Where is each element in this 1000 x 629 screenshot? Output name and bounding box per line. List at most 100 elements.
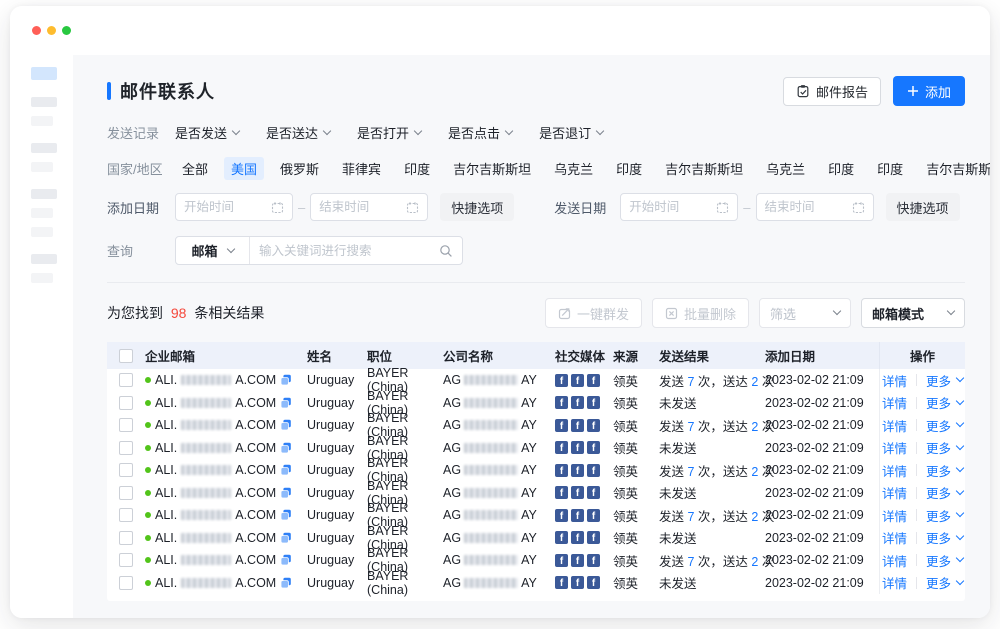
row-checkbox[interactable]: [119, 531, 133, 545]
row-checkbox[interactable]: [119, 576, 133, 590]
more-link[interactable]: 更多: [926, 506, 963, 525]
send-date-end-input[interactable]: [756, 193, 874, 221]
detail-link[interactable]: 详情: [882, 371, 907, 390]
filter-dropdown[interactable]: 是否点击: [448, 123, 512, 142]
facebook-icon[interactable]: f: [587, 464, 600, 477]
more-link[interactable]: 更多: [926, 438, 963, 457]
copy-icon[interactable]: [280, 487, 292, 499]
sidebar-nav-item[interactable]: [31, 208, 53, 218]
country-tag[interactable]: 吉尔吉斯斯坦: [658, 157, 750, 180]
select-all-checkbox[interactable]: [119, 349, 133, 363]
add-date-start-input[interactable]: [175, 193, 293, 221]
facebook-icon[interactable]: f: [571, 486, 584, 499]
copy-icon[interactable]: [280, 397, 292, 409]
sidebar-nav-item[interactable]: [31, 189, 57, 199]
search-icon[interactable]: [439, 244, 453, 258]
facebook-icon[interactable]: f: [555, 486, 568, 499]
facebook-icon[interactable]: f: [555, 464, 568, 477]
facebook-icon[interactable]: f: [555, 374, 568, 387]
country-tag[interactable]: 印度: [609, 157, 649, 180]
filter-select[interactable]: 筛选: [759, 298, 851, 328]
facebook-icon[interactable]: f: [571, 554, 584, 567]
country-tag[interactable]: 俄罗斯: [273, 157, 326, 180]
sidebar-nav-item[interactable]: [31, 254, 57, 264]
traffic-light-zoom-button[interactable]: [62, 26, 71, 35]
traffic-light-close-button[interactable]: [32, 26, 41, 35]
row-checkbox[interactable]: [119, 553, 133, 567]
detail-link[interactable]: 详情: [882, 551, 907, 570]
copy-icon[interactable]: [280, 532, 292, 544]
facebook-icon[interactable]: f: [555, 396, 568, 409]
add-date-quick-options-button[interactable]: 快捷选项: [440, 193, 514, 221]
add-date-start-field[interactable]: [184, 200, 271, 214]
detail-link[interactable]: 详情: [882, 506, 907, 525]
facebook-icon[interactable]: f: [571, 374, 584, 387]
more-link[interactable]: 更多: [926, 371, 963, 390]
facebook-icon[interactable]: f: [587, 419, 600, 432]
copy-icon[interactable]: [280, 374, 292, 386]
facebook-icon[interactable]: f: [571, 419, 584, 432]
facebook-icon[interactable]: f: [555, 554, 568, 567]
more-link[interactable]: 更多: [926, 461, 963, 480]
facebook-icon[interactable]: f: [571, 531, 584, 544]
facebook-icon[interactable]: f: [555, 509, 568, 522]
country-tag[interactable]: 印度: [870, 157, 910, 180]
sidebar-nav-item[interactable]: [31, 97, 57, 107]
facebook-icon[interactable]: f: [587, 441, 600, 454]
sidebar-nav-item[interactable]: [31, 162, 53, 172]
detail-link[interactable]: 详情: [882, 393, 907, 412]
country-tag[interactable]: 印度: [821, 157, 861, 180]
send-date-start-input[interactable]: [620, 193, 738, 221]
copy-icon[interactable]: [280, 577, 292, 589]
sidebar-nav-item[interactable]: [31, 116, 53, 126]
send-date-quick-options-button[interactable]: 快捷选项: [886, 193, 960, 221]
country-tag[interactable]: 吉尔吉斯斯坦: [919, 157, 990, 180]
row-checkbox[interactable]: [119, 396, 133, 410]
add-date-end-input[interactable]: [310, 193, 428, 221]
sidebar-nav-item[interactable]: [31, 143, 57, 153]
facebook-icon[interactable]: f: [571, 576, 584, 589]
filter-dropdown[interactable]: 是否发送: [175, 123, 239, 142]
copy-icon[interactable]: [280, 509, 292, 521]
facebook-icon[interactable]: f: [571, 441, 584, 454]
mailbox-mode-select[interactable]: 邮箱模式: [861, 298, 965, 328]
add-button[interactable]: 添加: [893, 76, 965, 106]
sidebar-nav-item[interactable]: [31, 273, 53, 283]
facebook-icon[interactable]: f: [555, 531, 568, 544]
row-checkbox[interactable]: [119, 373, 133, 387]
row-checkbox[interactable]: [119, 463, 133, 477]
copy-icon[interactable]: [280, 419, 292, 431]
facebook-icon[interactable]: f: [587, 554, 600, 567]
more-link[interactable]: 更多: [926, 551, 963, 570]
copy-icon[interactable]: [280, 554, 292, 566]
more-link[interactable]: 更多: [926, 528, 963, 547]
more-link[interactable]: 更多: [926, 416, 963, 435]
facebook-icon[interactable]: f: [587, 509, 600, 522]
facebook-icon[interactable]: f: [571, 396, 584, 409]
country-tag[interactable]: 全部: [175, 157, 215, 180]
row-checkbox[interactable]: [119, 441, 133, 455]
country-tag-selected[interactable]: 美国: [224, 157, 264, 180]
sidebar-nav-item-active[interactable]: [31, 67, 57, 80]
detail-link[interactable]: 详情: [882, 461, 907, 480]
facebook-icon[interactable]: f: [555, 576, 568, 589]
query-type-select[interactable]: 邮箱: [176, 237, 250, 264]
filter-dropdown[interactable]: 是否退订: [539, 123, 603, 142]
more-link[interactable]: 更多: [926, 393, 963, 412]
facebook-icon[interactable]: f: [587, 576, 600, 589]
country-tag[interactable]: 乌克兰: [759, 157, 812, 180]
detail-link[interactable]: 详情: [882, 528, 907, 547]
more-link[interactable]: 更多: [926, 573, 963, 592]
keyword-search-input[interactable]: [259, 244, 439, 258]
facebook-icon[interactable]: f: [587, 374, 600, 387]
facebook-icon[interactable]: f: [587, 486, 600, 499]
bulk-send-button[interactable]: 一键群发: [545, 298, 642, 328]
country-tag[interactable]: 印度: [397, 157, 437, 180]
traffic-light-minimize-button[interactable]: [47, 26, 56, 35]
more-link[interactable]: 更多: [926, 483, 963, 502]
facebook-icon[interactable]: f: [587, 531, 600, 544]
country-tag[interactable]: 乌克兰: [547, 157, 600, 180]
mail-report-button[interactable]: 邮件报告: [783, 77, 881, 106]
detail-link[interactable]: 详情: [882, 438, 907, 457]
detail-link[interactable]: 详情: [882, 416, 907, 435]
